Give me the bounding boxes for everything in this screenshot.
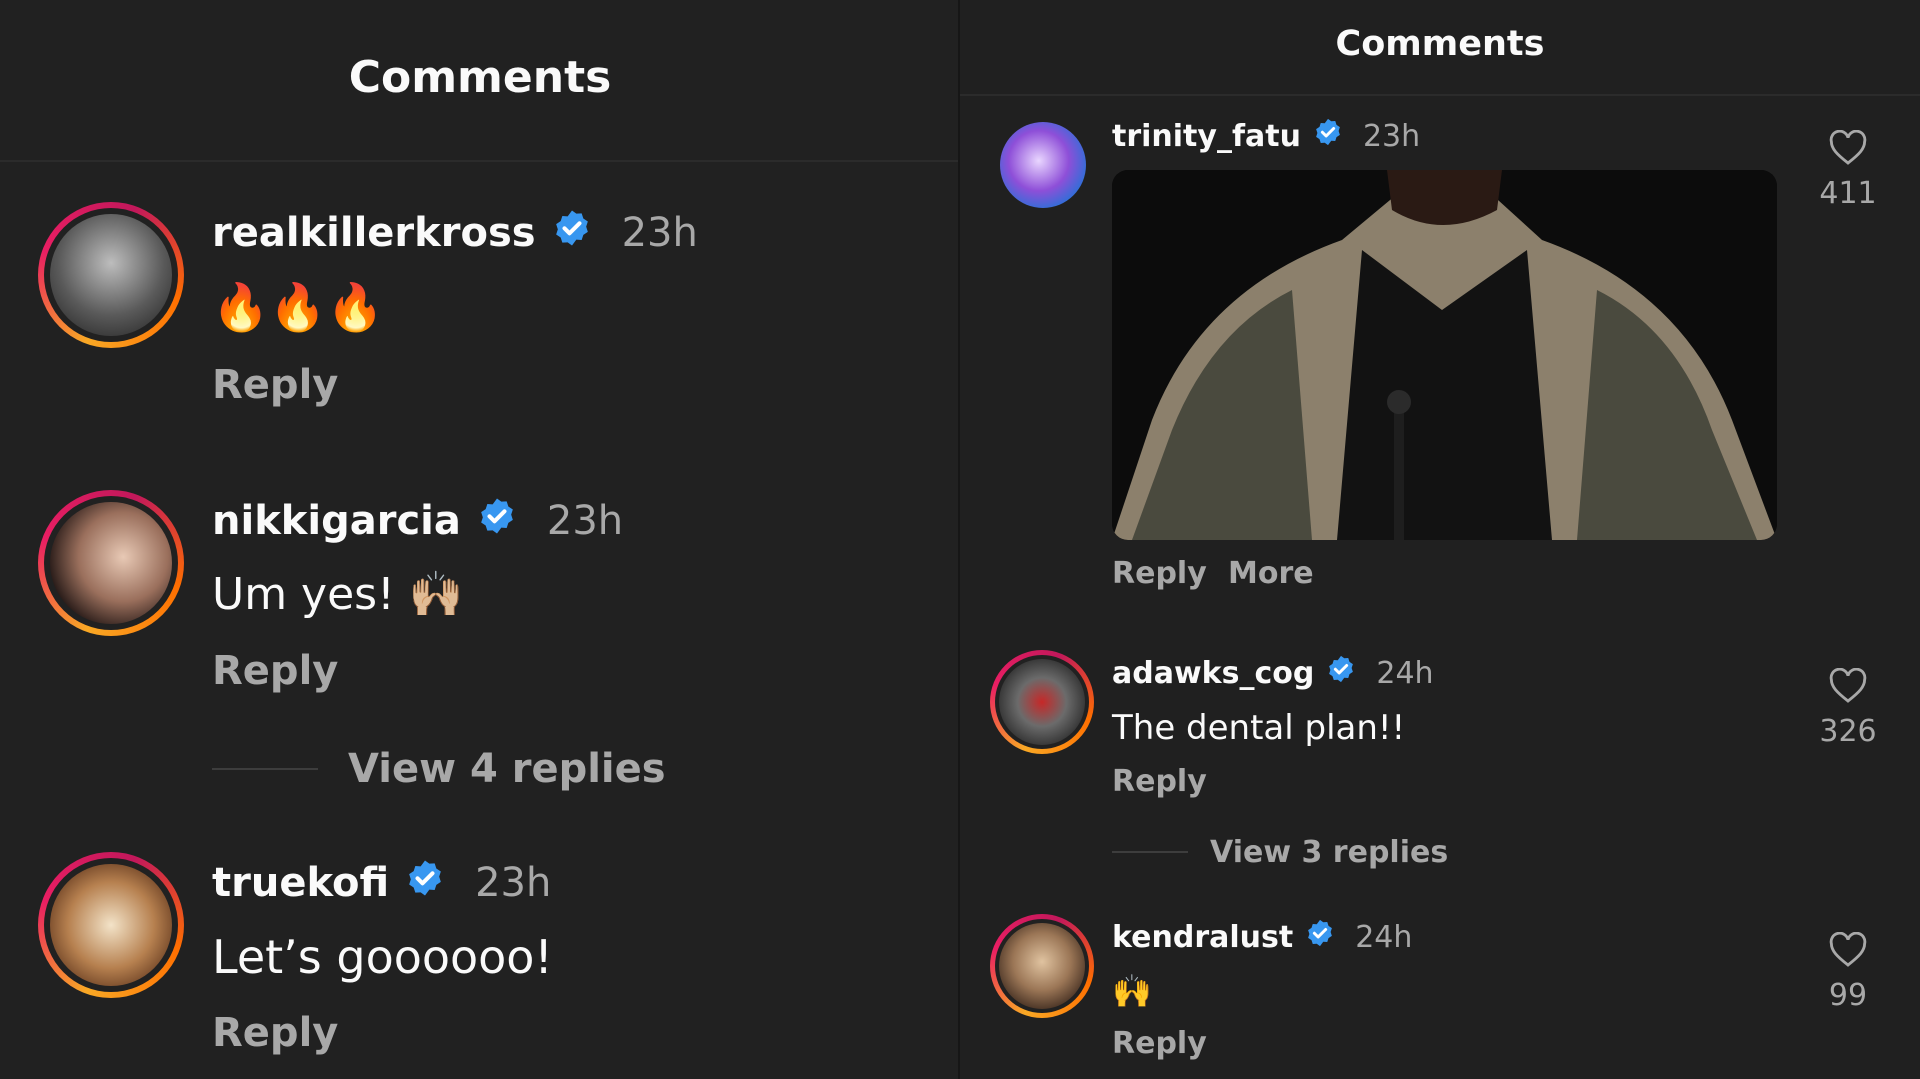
avatar[interactable] [38, 202, 184, 348]
avatar[interactable] [990, 650, 1094, 754]
like-count: 411 [1819, 176, 1877, 211]
avatar-image [50, 502, 172, 624]
avatar-image [50, 864, 172, 986]
like-button[interactable]: 326 [1808, 668, 1888, 749]
avatar[interactable] [990, 914, 1094, 1018]
avatar[interactable] [1000, 122, 1086, 208]
heart-outline-icon [1829, 668, 1867, 703]
username[interactable]: realkillerkross [212, 210, 536, 256]
comment-text: The dental plan!! [1112, 708, 1406, 748]
timestamp: 24h [1355, 919, 1413, 955]
username[interactable]: adawks_cog [1112, 656, 1314, 691]
gif-image[interactable] [1112, 170, 1777, 540]
like-count: 99 [1828, 978, 1868, 1013]
comment-text: 🔥🔥🔥 [212, 280, 384, 334]
reply-button[interactable]: Reply [212, 648, 338, 694]
like-button[interactable]: 99 [1808, 932, 1888, 1013]
username[interactable]: nikkigarcia [212, 498, 461, 544]
view-replies-label: View 3 replies [1210, 834, 1449, 870]
header-divider [0, 160, 960, 162]
comment-text: Let’s goooooo! [212, 930, 553, 984]
reply-button[interactable]: Reply [212, 1010, 338, 1056]
avatar[interactable] [38, 490, 184, 636]
username[interactable]: kendralust [1112, 920, 1293, 955]
replies-divider [212, 768, 318, 770]
right-comments-panel: Comments trinity_fatu 23h Reply More 411… [960, 0, 1920, 1079]
comments-header-title: Comments [348, 52, 612, 103]
comment-text: 🙌 [1112, 972, 1152, 1010]
timestamp: 23h [621, 210, 698, 256]
comments-header-title: Comments [1335, 24, 1545, 64]
more-button[interactable]: More [1228, 556, 1314, 591]
like-button[interactable]: 411 [1808, 130, 1888, 211]
timestamp: 24h [1376, 655, 1434, 691]
reply-button[interactable]: Reply [1112, 764, 1207, 799]
header-divider [960, 94, 1920, 96]
view-replies-button[interactable]: View 4 replies [212, 744, 666, 794]
username[interactable]: truekofi [212, 860, 389, 906]
view-replies-label: View 4 replies [348, 746, 666, 792]
heart-outline-icon [1829, 932, 1867, 967]
verified-badge-icon [477, 496, 517, 546]
gif-artwork [1112, 170, 1777, 540]
avatar-image [999, 659, 1085, 745]
avatar[interactable] [38, 852, 184, 998]
left-comments-panel: Comments realkillerkross 23h 🔥🔥🔥 Reply n… [0, 0, 960, 1079]
view-replies-button[interactable]: View 3 replies [1112, 834, 1448, 870]
username[interactable]: trinity_fatu [1112, 119, 1301, 154]
replies-divider [1112, 851, 1188, 853]
timestamp: 23h [475, 860, 552, 906]
like-count: 326 [1819, 714, 1877, 749]
verified-badge-icon [1305, 918, 1335, 956]
verified-badge-icon [552, 208, 592, 258]
timestamp: 23h [546, 498, 624, 544]
avatar-image [50, 214, 172, 336]
comment-text: Um yes! 🙌🏼 [212, 569, 464, 620]
timestamp: 23h [1362, 118, 1421, 154]
verified-badge-icon [1313, 117, 1343, 155]
verified-badge-icon [405, 858, 445, 908]
heart-outline-icon [1829, 130, 1867, 165]
verified-badge-icon [1326, 654, 1356, 692]
reply-button[interactable]: Reply [212, 362, 338, 408]
reply-button[interactable]: Reply [1112, 1026, 1207, 1061]
avatar-image [999, 923, 1085, 1009]
reply-button[interactable]: Reply [1112, 556, 1207, 591]
